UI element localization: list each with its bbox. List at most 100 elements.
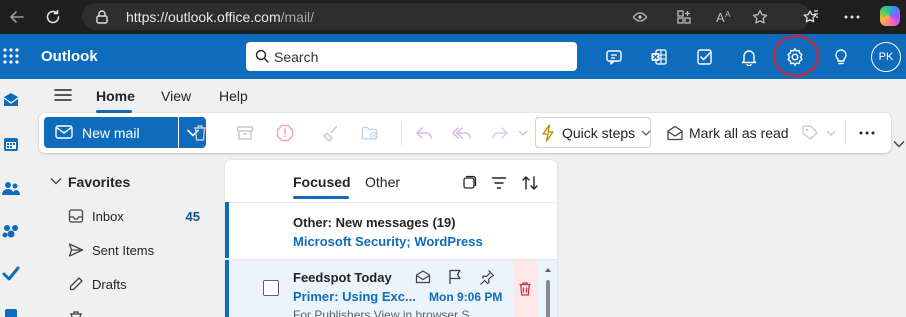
refresh-icon[interactable] — [42, 6, 64, 28]
folder-label: Inbox — [92, 209, 124, 224]
envelope-open-icon[interactable] — [665, 123, 685, 143]
tab-view[interactable]: View — [161, 88, 191, 104]
hamburger-icon[interactable] — [54, 88, 72, 102]
app-launcher-icon[interactable] — [2, 46, 20, 66]
ribbon-tabs: Home View Help — [24, 79, 906, 113]
favorite-icon[interactable] — [750, 7, 770, 27]
tab-other[interactable]: Other — [365, 174, 400, 190]
trash-icon — [519, 281, 531, 296]
gear-icon[interactable] — [784, 46, 806, 68]
todo-icon[interactable] — [694, 46, 716, 68]
scrollbar[interactable] — [543, 264, 553, 317]
folder-partial[interactable] — [68, 307, 208, 317]
draft-icon — [68, 276, 84, 292]
forward-icon[interactable] — [490, 123, 510, 143]
reply-icon[interactable] — [414, 123, 434, 143]
forward-dropdown-icon[interactable] — [513, 123, 533, 143]
mail-icon — [55, 125, 73, 139]
tag-dropdown-icon[interactable] — [821, 123, 841, 143]
read-aloud-icon[interactable]: AA — [714, 7, 734, 27]
delete-button[interactable] — [513, 260, 537, 317]
excel-icon[interactable] — [648, 46, 670, 68]
command-bar: New mail Quick steps Mark all as read — [39, 113, 891, 153]
message-time: Mon 9:06 PM — [429, 290, 503, 304]
address-bar[interactable]: https://outlook.office.com/mail/ AA — [82, 3, 810, 30]
send-icon — [68, 242, 84, 258]
favorites-header[interactable]: Favorites — [68, 174, 130, 190]
tag-icon[interactable] — [800, 123, 820, 143]
copilot-icon[interactable] — [880, 6, 900, 26]
chevron-down-icon[interactable] — [50, 177, 62, 185]
sort-icon[interactable] — [520, 173, 540, 193]
toolbar-separator — [401, 121, 402, 145]
eye-icon[interactable] — [630, 7, 650, 27]
more-icon[interactable] — [841, 6, 863, 28]
select-checkbox[interactable] — [263, 280, 279, 296]
back-icon[interactable] — [6, 6, 28, 28]
groups-app-icon[interactable] — [0, 221, 22, 243]
quick-steps-label: Quick steps — [562, 125, 636, 141]
list-item[interactable]: Feedspot Today Primer: Using Exc... Mon … — [225, 260, 557, 317]
scrollbar-thumb[interactable] — [546, 280, 550, 317]
bell-icon[interactable] — [738, 46, 760, 68]
folder-label: Drafts — [92, 277, 127, 292]
ribbon-expand-icon[interactable] — [893, 140, 905, 148]
quick-steps-dropdown-icon[interactable] — [636, 123, 656, 143]
app-rail — [0, 79, 24, 317]
folder-pane: Favorites Inbox 45 Sent Items Drafts — [24, 160, 214, 317]
other-inbox-banner[interactable]: Other: New messages (19) Microsoft Secur… — [225, 202, 557, 258]
other-banner-title: Other: New messages (19) — [293, 215, 456, 230]
search-icon — [255, 49, 269, 63]
folder-label: Sent Items — [92, 243, 155, 258]
trash-icon — [68, 310, 84, 317]
todo-app-icon[interactable] — [0, 263, 22, 285]
unread-count: 45 — [185, 209, 200, 224]
teams-chat-icon[interactable] — [603, 46, 625, 68]
scroll-up-icon[interactable] — [545, 268, 551, 272]
select-mode-icon[interactable] — [459, 173, 479, 193]
apps-icon[interactable] — [674, 7, 694, 27]
folder-drafts[interactable]: Drafts — [68, 273, 208, 297]
tab-focused[interactable]: Focused — [293, 174, 351, 190]
filter-icon[interactable] — [489, 173, 509, 193]
inbox-icon — [68, 208, 84, 224]
lightning-icon — [538, 123, 558, 143]
mail-app-icon[interactable] — [0, 89, 22, 111]
new-mail-button[interactable]: New mail — [44, 117, 178, 148]
svg-text:A: A — [725, 10, 731, 19]
report-icon[interactable] — [275, 123, 295, 143]
message-subject: Primer: Using Exc... — [293, 289, 416, 304]
reply-all-icon[interactable] — [452, 123, 472, 143]
flag-icon[interactable] — [445, 268, 465, 286]
people-app-icon[interactable] — [0, 177, 22, 199]
mark-all-read-button[interactable]: Mark all as read — [689, 125, 789, 141]
toolbar-separator — [845, 121, 846, 145]
calendar-app-icon[interactable] — [0, 133, 22, 155]
search-box[interactable] — [246, 42, 577, 71]
move-folder-icon[interactable] — [361, 123, 381, 143]
mark-read-icon[interactable] — [413, 268, 433, 286]
archive-icon[interactable] — [235, 123, 255, 143]
lightbulb-icon[interactable] — [830, 46, 852, 68]
tab-help[interactable]: Help — [219, 88, 248, 104]
svg-text:A: A — [716, 10, 725, 25]
folder-inbox[interactable]: Inbox 45 — [68, 205, 208, 229]
tab-home[interactable]: Home — [96, 88, 135, 104]
message-preview: For Publishers View in browser S — [293, 308, 470, 317]
trash-icon[interactable] — [190, 123, 210, 143]
app-header: Outlook PK — [0, 34, 906, 79]
app-name[interactable]: Outlook — [41, 48, 98, 65]
message-list: Focused Other Other: New messages (19) M… — [225, 160, 557, 317]
pin-icon[interactable] — [477, 268, 497, 286]
more-options-icon[interactable] — [857, 123, 877, 143]
message-sender: Feedspot Today — [293, 270, 392, 285]
site-info-icon[interactable] — [92, 7, 112, 27]
sweep-icon[interactable] — [321, 123, 341, 143]
search-input[interactable] — [274, 44, 569, 69]
files-app-icon[interactable] — [0, 305, 22, 317]
collections-icon[interactable] — [800, 6, 822, 28]
avatar[interactable]: PK — [871, 42, 901, 72]
folder-sent-items[interactable]: Sent Items — [68, 239, 208, 263]
new-mail-label: New mail — [82, 125, 140, 141]
tab-active-indicator — [293, 196, 349, 199]
